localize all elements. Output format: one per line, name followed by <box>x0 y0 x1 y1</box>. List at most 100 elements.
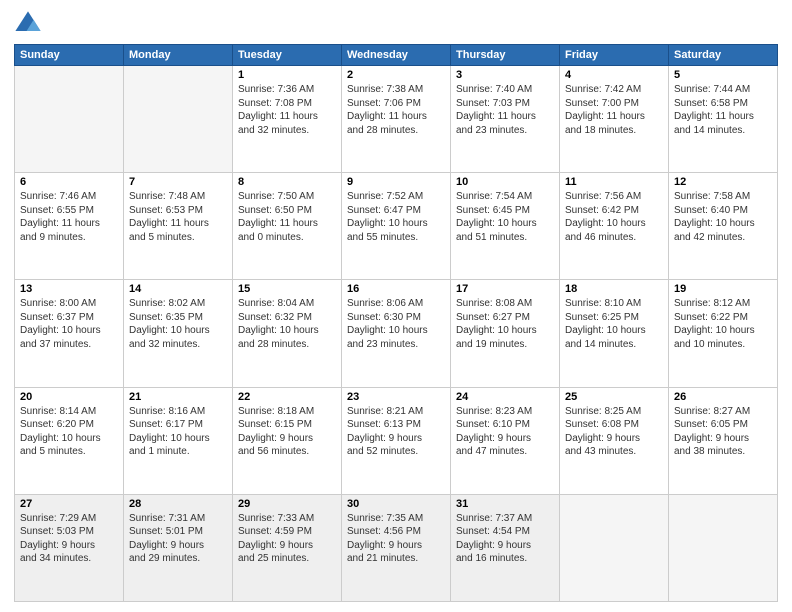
day-number: 7 <box>129 176 227 188</box>
day-info: Sunrise: 7:38 AM Sunset: 7:06 PM Dayligh… <box>347 83 445 137</box>
day-number: 5 <box>674 69 772 81</box>
day-cell <box>15 66 124 173</box>
day-number: 9 <box>347 176 445 188</box>
day-cell: 24 Sunrise: 8:23 AM Sunset: 6:10 PM Dayli… <box>451 387 560 494</box>
day-number: 25 <box>565 391 663 403</box>
week-row-1: 1 Sunrise: 7:36 AM Sunset: 7:08 PM Daylig… <box>15 66 778 173</box>
day-info: Sunrise: 7:56 AM Sunset: 6:42 PM Dayligh… <box>565 190 663 244</box>
day-info: Sunrise: 7:50 AM Sunset: 6:50 PM Dayligh… <box>238 190 336 244</box>
day-info: Sunrise: 7:52 AM Sunset: 6:47 PM Dayligh… <box>347 190 445 244</box>
day-cell: 21Sunrise: 8:16 AM Sunset: 6:17 PM Dayli… <box>124 387 233 494</box>
day-cell: 30 Sunrise: 7:35 AM Sunset: 4:56 PM Dayli… <box>342 494 451 601</box>
day-info: Sunrise: 8:04 AM Sunset: 6:32 PM Dayligh… <box>238 297 336 351</box>
weekday-tuesday: Tuesday <box>233 45 342 66</box>
day-info: Sunrise: 8:25 AM Sunset: 6:08 PM Dayligh… <box>565 405 663 459</box>
day-info: Sunrise: 7:37 AM Sunset: 4:54 PM Dayligh… <box>456 512 554 566</box>
day-cell: 9 Sunrise: 7:52 AM Sunset: 6:47 PM Daylig… <box>342 173 451 280</box>
day-info: Sunrise: 7:33 AM Sunset: 4:59 PM Dayligh… <box>238 512 336 566</box>
day-number: 12 <box>674 176 772 188</box>
day-number: 10 <box>456 176 554 188</box>
week-row-5: 27 Sunrise: 7:29 AM Sunset: 5:03 PM Dayli… <box>15 494 778 601</box>
day-cell: 18 Sunrise: 8:10 AM Sunset: 6:25 PM Dayli… <box>560 280 669 387</box>
day-cell: 31 Sunrise: 7:37 AM Sunset: 4:54 PM Dayli… <box>451 494 560 601</box>
day-info: Sunrise: 7:36 AM Sunset: 7:08 PM Dayligh… <box>238 83 336 137</box>
day-info: Sunrise: 7:58 AM Sunset: 6:40 PM Dayligh… <box>674 190 772 244</box>
day-cell: 20 Sunrise: 8:14 AM Sunset: 6:20 PM Dayli… <box>15 387 124 494</box>
day-cell <box>124 66 233 173</box>
day-number: 13 <box>20 283 118 295</box>
day-cell: 17 Sunrise: 8:08 AM Sunset: 6:27 PM Dayli… <box>451 280 560 387</box>
day-number: 30 <box>347 498 445 510</box>
day-cell: 26 Sunrise: 8:27 AM Sunset: 6:05 PM Dayli… <box>669 387 778 494</box>
day-number: 2 <box>347 69 445 81</box>
day-cell <box>560 494 669 601</box>
day-number: 22 <box>238 391 336 403</box>
day-cell: 8 Sunrise: 7:50 AM Sunset: 6:50 PM Daylig… <box>233 173 342 280</box>
day-cell: 14Sunrise: 8:02 AM Sunset: 6:35 PM Dayli… <box>124 280 233 387</box>
weekday-wednesday: Wednesday <box>342 45 451 66</box>
day-info: Sunrise: 8:08 AM Sunset: 6:27 PM Dayligh… <box>456 297 554 351</box>
day-cell: 10 Sunrise: 7:54 AM Sunset: 6:45 PM Dayli… <box>451 173 560 280</box>
day-number: 27 <box>20 498 118 510</box>
day-number: 28 <box>129 498 227 510</box>
day-info: Sunrise: 8:06 AM Sunset: 6:30 PM Dayligh… <box>347 297 445 351</box>
day-info: Sunrise: 8:18 AM Sunset: 6:15 PM Dayligh… <box>238 405 336 459</box>
day-number: 8 <box>238 176 336 188</box>
day-number: 24 <box>456 391 554 403</box>
day-info: Sunrise: 7:31 AM Sunset: 5:01 PM Dayligh… <box>129 512 227 566</box>
logo-icon <box>14 10 42 38</box>
day-info: Sunrise: 8:12 AM Sunset: 6:22 PM Dayligh… <box>674 297 772 351</box>
weekday-friday: Friday <box>560 45 669 66</box>
day-number: 20 <box>20 391 118 403</box>
day-cell: 27 Sunrise: 7:29 AM Sunset: 5:03 PM Dayli… <box>15 494 124 601</box>
day-number: 21 <box>129 391 227 403</box>
day-info: Sunrise: 8:27 AM Sunset: 6:05 PM Dayligh… <box>674 405 772 459</box>
day-info: Sunrise: 7:35 AM Sunset: 4:56 PM Dayligh… <box>347 512 445 566</box>
day-info: Sunrise: 8:02 AM Sunset: 6:35 PM Dayligh… <box>129 297 227 351</box>
day-cell: 3 Sunrise: 7:40 AM Sunset: 7:03 PM Daylig… <box>451 66 560 173</box>
day-number: 6 <box>20 176 118 188</box>
day-info: Sunrise: 7:44 AM Sunset: 6:58 PM Dayligh… <box>674 83 772 137</box>
day-info: Sunrise: 8:10 AM Sunset: 6:25 PM Dayligh… <box>565 297 663 351</box>
day-number: 26 <box>674 391 772 403</box>
day-info: Sunrise: 8:00 AM Sunset: 6:37 PM Dayligh… <box>20 297 118 351</box>
day-cell: 15 Sunrise: 8:04 AM Sunset: 6:32 PM Dayli… <box>233 280 342 387</box>
week-row-2: 6 Sunrise: 7:46 AM Sunset: 6:55 PM Daylig… <box>15 173 778 280</box>
day-cell <box>669 494 778 601</box>
day-info: Sunrise: 8:21 AM Sunset: 6:13 PM Dayligh… <box>347 405 445 459</box>
week-row-3: 13 Sunrise: 8:00 AM Sunset: 6:37 PM Dayli… <box>15 280 778 387</box>
day-number: 23 <box>347 391 445 403</box>
day-cell: 25 Sunrise: 8:25 AM Sunset: 6:08 PM Dayli… <box>560 387 669 494</box>
day-cell: 2 Sunrise: 7:38 AM Sunset: 7:06 PM Daylig… <box>342 66 451 173</box>
day-number: 15 <box>238 283 336 295</box>
day-cell: 16Sunrise: 8:06 AM Sunset: 6:30 PM Dayli… <box>342 280 451 387</box>
day-info: Sunrise: 7:46 AM Sunset: 6:55 PM Dayligh… <box>20 190 118 244</box>
day-info: Sunrise: 7:40 AM Sunset: 7:03 PM Dayligh… <box>456 83 554 137</box>
page: SundayMondayTuesdayWednesdayThursdayFrid… <box>0 0 792 612</box>
day-info: Sunrise: 7:48 AM Sunset: 6:53 PM Dayligh… <box>129 190 227 244</box>
day-number: 31 <box>456 498 554 510</box>
day-cell: 29 Sunrise: 7:33 AM Sunset: 4:59 PM Dayli… <box>233 494 342 601</box>
week-row-4: 20 Sunrise: 8:14 AM Sunset: 6:20 PM Dayli… <box>15 387 778 494</box>
weekday-sunday: Sunday <box>15 45 124 66</box>
day-info: Sunrise: 7:54 AM Sunset: 6:45 PM Dayligh… <box>456 190 554 244</box>
weekday-header-row: SundayMondayTuesdayWednesdayThursdayFrid… <box>15 45 778 66</box>
day-info: Sunrise: 8:14 AM Sunset: 6:20 PM Dayligh… <box>20 405 118 459</box>
day-number: 17 <box>456 283 554 295</box>
day-cell: 28 Sunrise: 7:31 AM Sunset: 5:01 PM Dayli… <box>124 494 233 601</box>
day-info: Sunrise: 7:42 AM Sunset: 7:00 PM Dayligh… <box>565 83 663 137</box>
day-number: 29 <box>238 498 336 510</box>
day-number: 3 <box>456 69 554 81</box>
day-cell: 6 Sunrise: 7:46 AM Sunset: 6:55 PM Daylig… <box>15 173 124 280</box>
day-number: 18 <box>565 283 663 295</box>
day-cell: 11Sunrise: 7:56 AM Sunset: 6:42 PM Dayli… <box>560 173 669 280</box>
calendar-table: SundayMondayTuesdayWednesdayThursdayFrid… <box>14 44 778 602</box>
day-info: Sunrise: 7:29 AM Sunset: 5:03 PM Dayligh… <box>20 512 118 566</box>
day-cell: 4Sunrise: 7:42 AM Sunset: 7:00 PM Daylig… <box>560 66 669 173</box>
day-number: 1 <box>238 69 336 81</box>
day-cell: 7 Sunrise: 7:48 AM Sunset: 6:53 PM Daylig… <box>124 173 233 280</box>
day-cell: 1 Sunrise: 7:36 AM Sunset: 7:08 PM Daylig… <box>233 66 342 173</box>
day-info: Sunrise: 8:23 AM Sunset: 6:10 PM Dayligh… <box>456 405 554 459</box>
day-cell: 13 Sunrise: 8:00 AM Sunset: 6:37 PM Dayli… <box>15 280 124 387</box>
day-cell: 19Sunrise: 8:12 AM Sunset: 6:22 PM Dayli… <box>669 280 778 387</box>
